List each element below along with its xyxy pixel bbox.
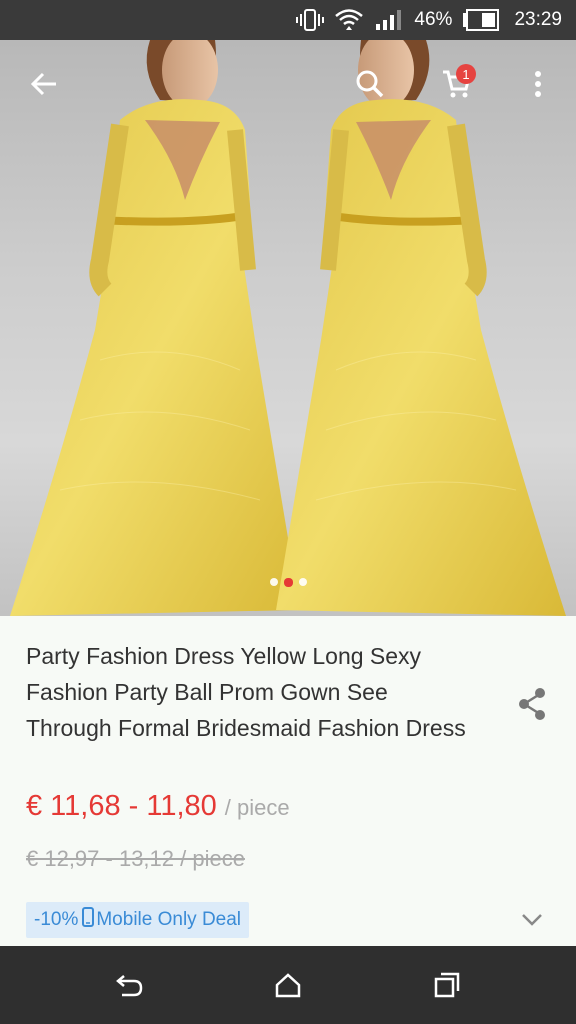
share-button[interactable] <box>510 682 554 726</box>
cart-count-badge: 1 <box>456 64 476 84</box>
status-time: 23:29 <box>514 9 562 30</box>
price-unit: / piece <box>224 795 290 820</box>
home-icon <box>275 973 301 998</box>
product-image-gallery[interactable]: 1 <box>0 40 576 616</box>
gallery-dot[interactable] <box>298 578 307 586</box>
gallery-dot-active[interactable] <box>283 577 293 587</box>
battery-percent: 46% <box>414 9 453 30</box>
search-button[interactable] <box>346 60 394 108</box>
arrow-left-icon <box>30 72 56 96</box>
product-image <box>10 40 566 616</box>
nav-back-button[interactable] <box>104 960 154 1010</box>
product-title: Party Fashion Dress Yellow Long Sexy Fas… <box>26 643 466 741</box>
gallery-indicator <box>0 577 576 587</box>
more-vert-icon <box>535 71 541 97</box>
price-amount: € 11,68 - 11,80 <box>26 790 217 822</box>
battery-icon <box>462 9 500 31</box>
mobile-phone-icon <box>82 907 95 933</box>
share-icon <box>519 688 545 720</box>
more-options-button[interactable] <box>514 60 562 108</box>
original-price: € 12,97 - 13,12 / piece <box>26 846 245 871</box>
system-nav-bar <box>0 946 576 1024</box>
deal-discount: -10% <box>34 909 79 930</box>
status-bar: 46% 23:29 <box>0 0 576 40</box>
expand-button[interactable] <box>512 900 552 940</box>
chevron-down-icon <box>522 914 542 926</box>
recents-icon <box>434 972 460 998</box>
search-icon <box>356 70 384 98</box>
price: € 11,68 - 11,80 / piece <box>26 790 290 823</box>
back-nav-icon <box>116 975 143 997</box>
nav-home-button[interactable] <box>263 960 313 1010</box>
mobile-deal-badge: -10% Mobile Only Deal <box>26 902 250 938</box>
product-info: Party Fashion Dress Yellow Long Sexy Fas… <box>0 616 576 946</box>
wifi-icon <box>334 8 364 32</box>
vibrate-icon <box>296 8 325 32</box>
signal-icon <box>374 8 404 32</box>
nav-recents-button[interactable] <box>422 960 472 1010</box>
cart-button[interactable]: 1 <box>432 60 480 108</box>
gallery-dot[interactable] <box>269 578 278 586</box>
deal-label: Mobile Only Deal <box>96 909 242 930</box>
back-button[interactable] <box>20 60 68 108</box>
